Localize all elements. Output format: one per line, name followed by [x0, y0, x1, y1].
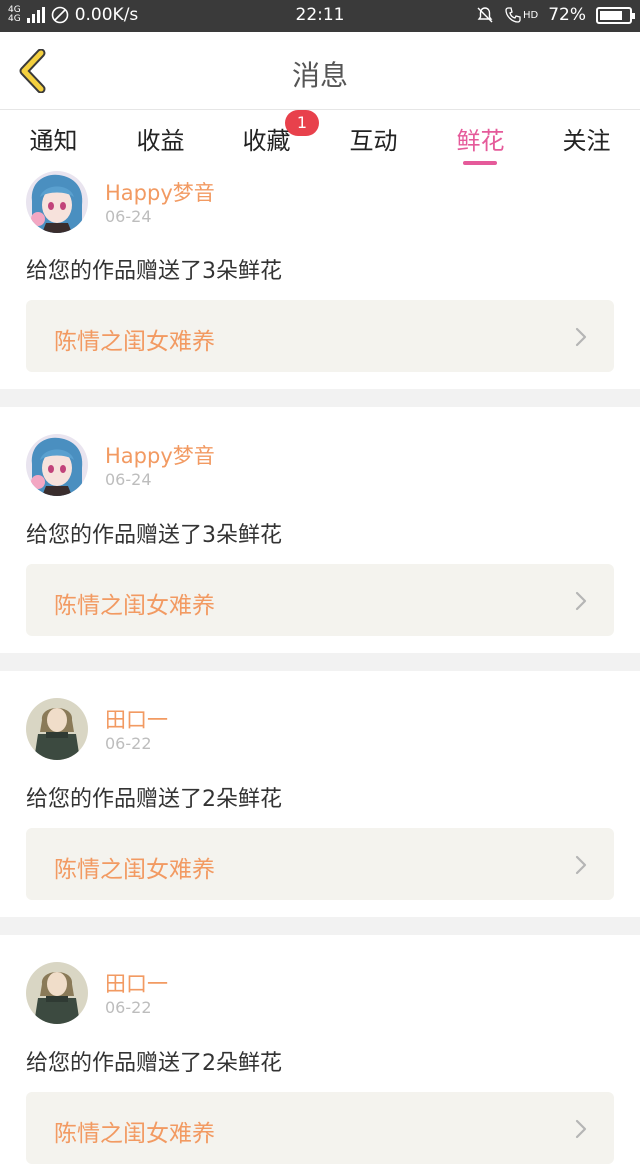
chevron-right-icon: [575, 1119, 587, 1139]
mute-bell-icon: [477, 7, 493, 23]
tab-notice[interactable]: 通知: [0, 121, 107, 156]
gift-message: 给您的作品赠送了3朵鲜花: [26, 259, 282, 284]
date: 06-22: [105, 998, 152, 1017]
date: 06-24: [105, 470, 152, 489]
tab-flowers[interactable]: 鲜花: [427, 121, 534, 156]
avatar[interactable]: [26, 962, 88, 1024]
date: 06-24: [105, 207, 152, 226]
gift-message: 给您的作品赠送了3朵鲜花: [26, 523, 282, 548]
tab-label: 关注: [562, 127, 611, 155]
tab-label: 鲜花: [456, 127, 505, 155]
hd-label: HD: [522, 9, 539, 21]
app-header: 消息: [0, 32, 640, 110]
work-title: 陈情之闺女难养: [54, 329, 215, 355]
list-item: 田口一 06-22 给您的作品赠送了2朵鲜花 陈情之闺女难养: [0, 671, 640, 917]
avatar[interactable]: [26, 171, 88, 233]
unread-badge: 1: [285, 110, 319, 136]
list-item: Happy梦音 06-24 给您的作品赠送了3朵鲜花 陈情之闺女难养: [0, 407, 640, 653]
work-link[interactable]: 陈情之闺女难养: [26, 1092, 614, 1164]
list-item: 田口一 06-22 给您的作品赠送了2朵鲜花 陈情之闺女难养: [0, 935, 640, 1164]
volte-indicator: HD: [504, 6, 538, 24]
tab-label: 收藏: [242, 127, 291, 155]
status-bar: 4G 4G 0.00K/s 22:11 HD 72%: [0, 0, 640, 32]
gift-message: 给您的作品赠送了2朵鲜花: [26, 787, 282, 812]
chevron-right-icon: [575, 327, 587, 347]
page-title: 消息: [291, 59, 348, 92]
avatar[interactable]: [26, 698, 88, 760]
list-item: Happy梦音 06-24 给您的作品赠送了3朵鲜花 陈情之闺女难养: [0, 167, 640, 389]
gift-message: 给您的作品赠送了2朵鲜花: [26, 1051, 282, 1076]
status-right: HD 72%: [476, 5, 635, 25]
battery-icon: [596, 6, 635, 24]
avatar-anime-icon: [26, 434, 88, 496]
avatar-anime-icon: [26, 171, 88, 233]
work-title: 陈情之闺女难养: [54, 857, 215, 883]
tab-label: 通知: [29, 127, 78, 155]
active-tab-indicator: [463, 161, 497, 165]
tab-label: 收益: [136, 127, 185, 155]
username[interactable]: Happy梦音: [105, 177, 215, 207]
tab-label: 互动: [349, 127, 398, 155]
tab-bar: 通知 收益 收藏 1 互动 鲜花 关注: [0, 110, 640, 167]
tab-follow[interactable]: 关注: [533, 121, 640, 156]
tab-favorites[interactable]: 收藏 1: [213, 110, 320, 156]
chevron-right-icon: [575, 855, 587, 875]
date: 06-22: [105, 734, 152, 753]
battery-percent: 72%: [548, 5, 586, 25]
username[interactable]: 田口一: [105, 968, 168, 998]
tab-income[interactable]: 收益: [107, 121, 214, 156]
tab-interaction[interactable]: 互动: [320, 121, 427, 156]
work-title: 陈情之闺女难养: [54, 593, 215, 619]
divider: [0, 917, 640, 935]
chevron-right-icon: [575, 591, 587, 611]
divider: [0, 389, 640, 407]
username[interactable]: 田口一: [105, 704, 168, 734]
avatar-girl-icon: [26, 962, 88, 1024]
work-link[interactable]: 陈情之闺女难养: [26, 828, 614, 900]
work-link[interactable]: 陈情之闺女难养: [26, 564, 614, 636]
phone-icon: [505, 7, 521, 23]
work-link[interactable]: 陈情之闺女难养: [26, 300, 614, 372]
work-title: 陈情之闺女难养: [54, 1121, 215, 1147]
divider: [0, 653, 640, 671]
username[interactable]: Happy梦音: [105, 440, 215, 470]
avatar-girl-icon: [26, 698, 88, 760]
avatar[interactable]: [26, 434, 88, 496]
